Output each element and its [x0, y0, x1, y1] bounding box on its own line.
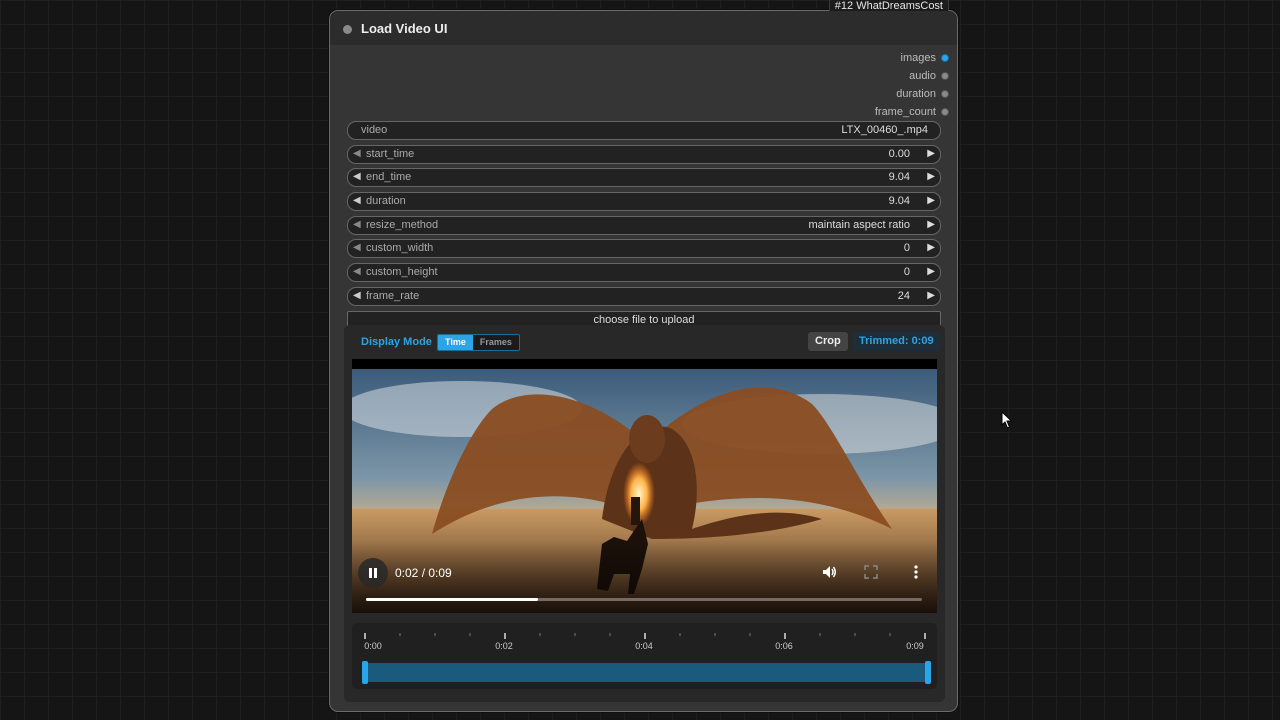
video-controls: 0:02 / 0:09 [352, 539, 937, 613]
timeline-tick-label: 0:04 [635, 641, 653, 651]
increment-arrow-icon[interactable]: ▶ [927, 219, 935, 230]
increment-arrow-icon[interactable]: ▶ [927, 148, 935, 159]
video-progress-fill [366, 598, 539, 601]
start-time-widget[interactable]: ◀ start_time 0.00 ▶ [347, 144, 941, 164]
output-label: audio [909, 70, 936, 82]
custom-height-widget[interactable]: ◀ custom_height 0 ▶ [347, 263, 941, 283]
timeline-tick-label: 0:06 [775, 641, 793, 651]
mouse-cursor-icon [1001, 411, 1013, 429]
decrement-arrow-icon[interactable]: ◀ [353, 195, 361, 206]
timeline-tick-label: 0:09 [906, 641, 924, 651]
display-mode-label: Display Mode [361, 336, 432, 348]
node-title-bar[interactable]: Load Video UI [330, 11, 957, 45]
fullscreen-icon[interactable] [864, 565, 878, 579]
output-socket-icon[interactable] [941, 90, 949, 98]
end-time-widget[interactable]: ◀ end_time 9.04 ▶ [347, 168, 941, 188]
resize-method-widget[interactable]: ◀ resize_method maintain aspect ratio ▶ [347, 215, 941, 235]
output-socket-icon[interactable] [941, 108, 949, 116]
widget-value: 0.00 [888, 147, 910, 160]
widget-label: custom_width [366, 242, 434, 255]
increment-arrow-icon[interactable]: ▶ [927, 242, 935, 253]
decrement-arrow-icon[interactable]: ◀ [353, 290, 361, 301]
increment-arrow-icon[interactable]: ▶ [927, 266, 935, 277]
trim-range-bar[interactable] [362, 661, 931, 684]
widget-value: maintain aspect ratio [808, 218, 911, 231]
decrement-arrow-icon[interactable]: ◀ [353, 148, 361, 159]
load-video-node[interactable]: #12 WhatDreamsCost Load Video UI images … [329, 0, 958, 712]
custom-width-widget[interactable]: ◀ custom_width 0 ▶ [347, 239, 941, 259]
widget-value: 9.04 [888, 195, 910, 208]
widget-label: end_time [366, 171, 412, 184]
video-frame[interactable]: 0:02 / 0:09 [352, 359, 937, 613]
decrement-arrow-icon[interactable]: ◀ [353, 242, 361, 253]
widget-label: custom_height [366, 266, 438, 279]
collapse-dot-icon[interactable] [343, 25, 352, 34]
output-label: duration [896, 88, 936, 100]
output-frame-count[interactable]: frame_count [875, 103, 949, 121]
output-slots: images audio duration frame_count [875, 49, 949, 121]
trim-start-handle[interactable] [362, 661, 368, 684]
display-mode-toggle: Time Frames [437, 334, 520, 351]
timeline-tick-label: 0:02 [495, 641, 513, 651]
widget-value: LTX_00460_.mp4 [841, 124, 928, 136]
mode-time-button[interactable]: Time [438, 335, 473, 350]
widget-value: 9.04 [888, 171, 910, 184]
output-audio[interactable]: audio [875, 67, 949, 85]
widget-value: 24 [897, 289, 910, 302]
video-combo[interactable]: video LTX_00460_.mp4 [347, 121, 941, 140]
video-progress-bar[interactable] [366, 598, 922, 601]
widget-label: duration [366, 195, 406, 208]
video-player-panel: Display Mode Time Frames Crop Trimmed: 0… [344, 325, 945, 702]
widget-value: 0 [903, 266, 910, 279]
output-socket-icon[interactable] [941, 72, 949, 80]
decrement-arrow-icon[interactable]: ◀ [353, 171, 361, 182]
widget-label: start_time [366, 147, 415, 160]
increment-arrow-icon[interactable]: ▶ [927, 195, 935, 206]
widget-label: video [361, 124, 388, 136]
time-display: 0:02 / 0:09 [395, 566, 452, 580]
timeline-tick-label: 0:00 [364, 641, 382, 651]
widget-value: 0 [903, 242, 910, 255]
trim-timeline[interactable]: 0:00 0:02 0:04 0:06 0:09 [352, 623, 937, 689]
increment-arrow-icon[interactable]: ▶ [927, 290, 935, 301]
decrement-arrow-icon[interactable]: ◀ [353, 219, 361, 230]
crop-button[interactable]: Crop [808, 332, 848, 351]
output-label: images [900, 52, 936, 64]
volume-icon[interactable] [821, 564, 837, 580]
output-socket-icon[interactable] [941, 54, 949, 62]
widget-label: resize_method [366, 218, 439, 231]
decrement-arrow-icon[interactable]: ◀ [353, 266, 361, 277]
output-images[interactable]: images [875, 49, 949, 67]
pause-icon[interactable] [358, 558, 388, 588]
node-title: Load Video UI [361, 21, 448, 36]
trimmed-badge: Trimmed: 0:09 [853, 332, 940, 351]
output-label: frame_count [874, 106, 936, 118]
frame-rate-widget[interactable]: ◀ frame_rate 24 ▶ [347, 286, 941, 306]
more-options-icon[interactable] [912, 564, 920, 580]
trim-end-handle[interactable] [925, 661, 931, 684]
output-duration[interactable]: duration [875, 85, 949, 103]
mode-frames-button[interactable]: Frames [472, 335, 519, 350]
duration-widget[interactable]: ◀ duration 9.04 ▶ [347, 192, 941, 212]
widget-list: video LTX_00460_.mp4 ◀ start_time 0.00 ▶… [347, 121, 941, 330]
increment-arrow-icon[interactable]: ▶ [927, 171, 935, 182]
widget-label: frame_rate [366, 289, 420, 302]
